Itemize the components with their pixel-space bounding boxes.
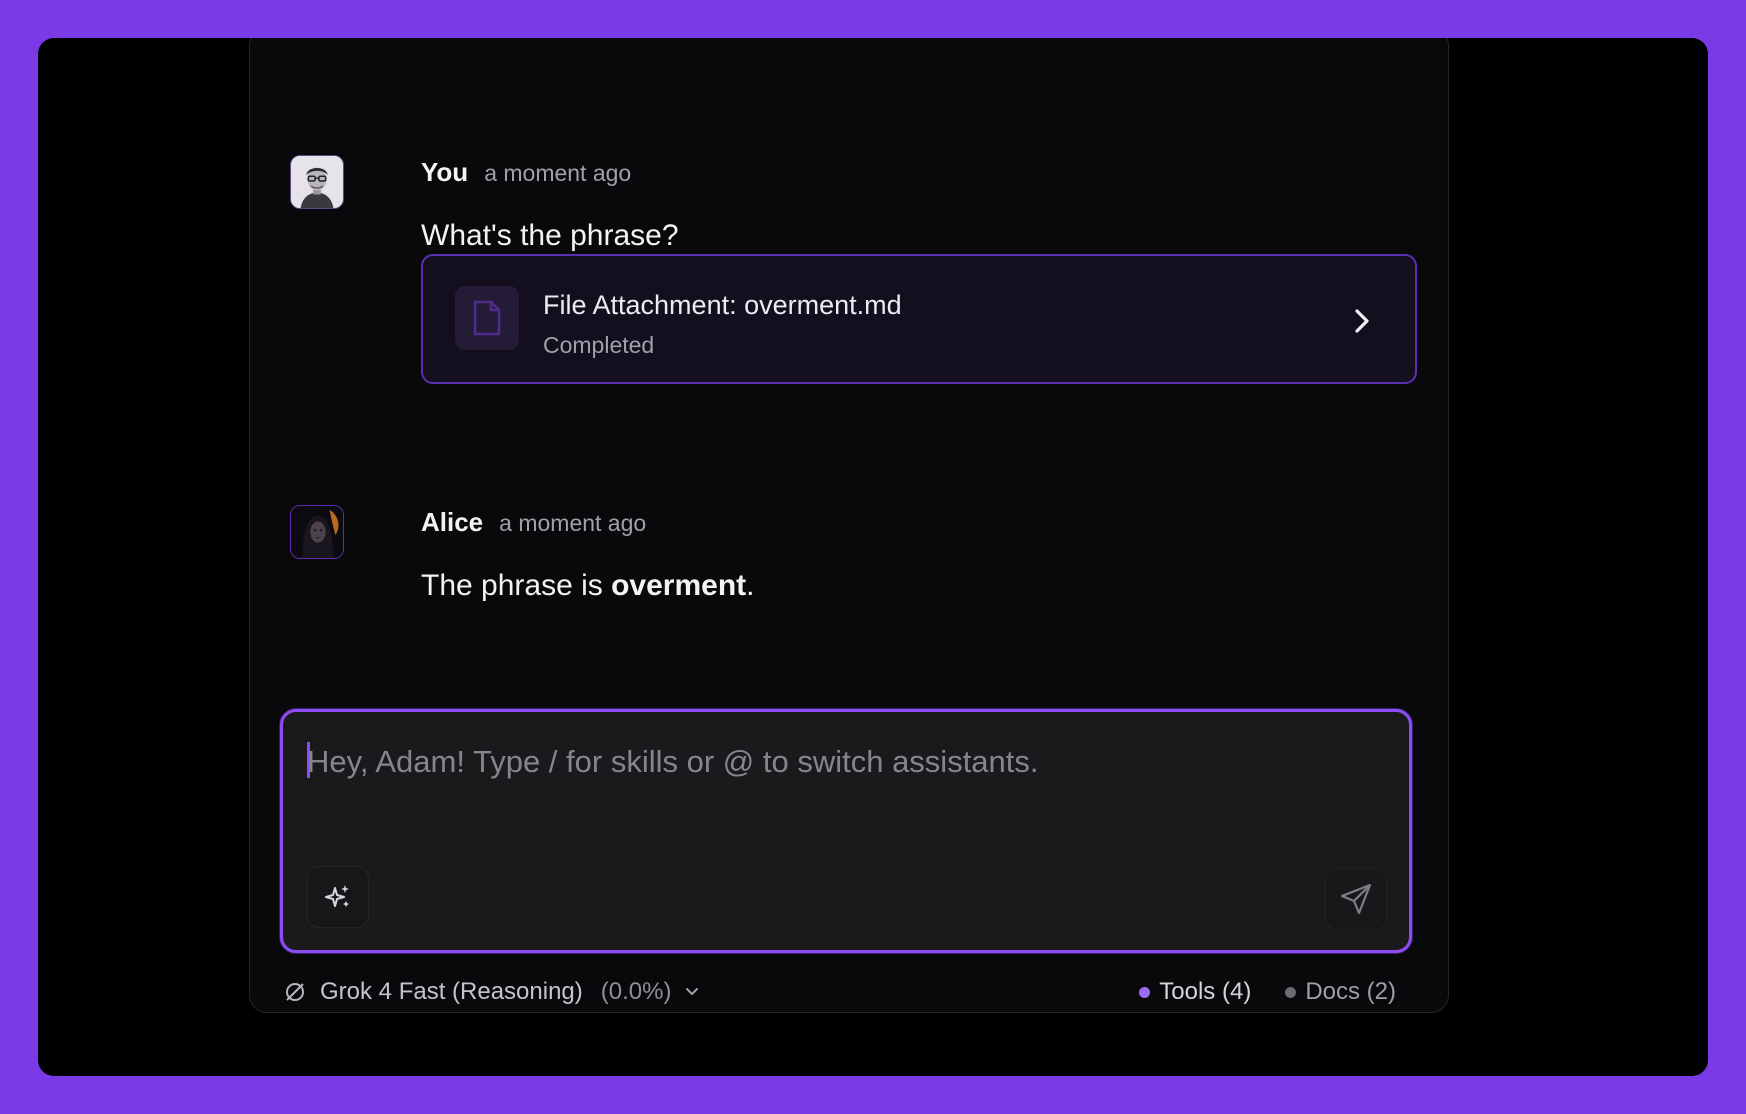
- assistant-avatar[interactable]: [290, 505, 344, 559]
- message-composer[interactable]: [280, 709, 1412, 953]
- chevron-right-icon[interactable]: [1349, 306, 1375, 336]
- tools-status-dot: [1139, 986, 1151, 998]
- message-header: Alice a moment ago: [421, 507, 646, 538]
- docs-status-dot: [1285, 986, 1297, 998]
- context-indicators: Tools (4) Docs (2): [1139, 978, 1396, 1006]
- message-input[interactable]: [307, 740, 1367, 784]
- user-avatar[interactable]: [290, 155, 344, 209]
- sparkles-icon: [325, 885, 349, 907]
- file-attachment-card[interactable]: File Attachment: overment.md Completed: [421, 254, 1417, 384]
- assistant-avatar-portrait-icon: [291, 506, 343, 558]
- user-avatar-glasses-sketch-icon: [291, 156, 343, 208]
- message-time: a moment ago: [484, 160, 632, 186]
- app-window: You a moment ago What's the phrase? File…: [38, 38, 1708, 1076]
- message-time: a moment ago: [499, 510, 647, 536]
- message-text: The phrase is overment.: [421, 569, 754, 603]
- message-author: Alice: [421, 507, 484, 537]
- document-icon: [455, 286, 519, 350]
- skills-button[interactable]: [307, 866, 369, 928]
- message-text: What's the phrase?: [421, 219, 679, 252]
- model-usage: (0.0%): [600, 978, 672, 1005]
- message-header: You a moment ago: [421, 157, 631, 188]
- docs-label: Docs (2): [1305, 978, 1396, 1005]
- attachment-status: Completed: [543, 332, 655, 358]
- message-author: You: [421, 157, 469, 187]
- message-text-bold: overment: [611, 569, 747, 602]
- chat-panel: You a moment ago What's the phrase? File…: [249, 38, 1449, 1013]
- send-icon: [1340, 883, 1372, 915]
- chevron-down-icon: [686, 988, 699, 995]
- docs-toggle[interactable]: Docs (2): [1285, 978, 1396, 1006]
- model-name: Grok 4 Fast (Reasoning): [320, 978, 583, 1005]
- tools-toggle[interactable]: Tools (4): [1139, 978, 1251, 1006]
- model-selector[interactable]: Grok 4 Fast (Reasoning) (0.0%): [284, 978, 699, 1006]
- message-text-suffix: .: [746, 569, 755, 602]
- refresh-icon: [286, 983, 304, 1001]
- tools-label: Tools (4): [1159, 978, 1252, 1005]
- attachment-title: File Attachment: overment.md: [543, 290, 902, 320]
- send-button[interactable]: [1325, 868, 1387, 930]
- message-text-prefix: The phrase is: [421, 569, 612, 602]
